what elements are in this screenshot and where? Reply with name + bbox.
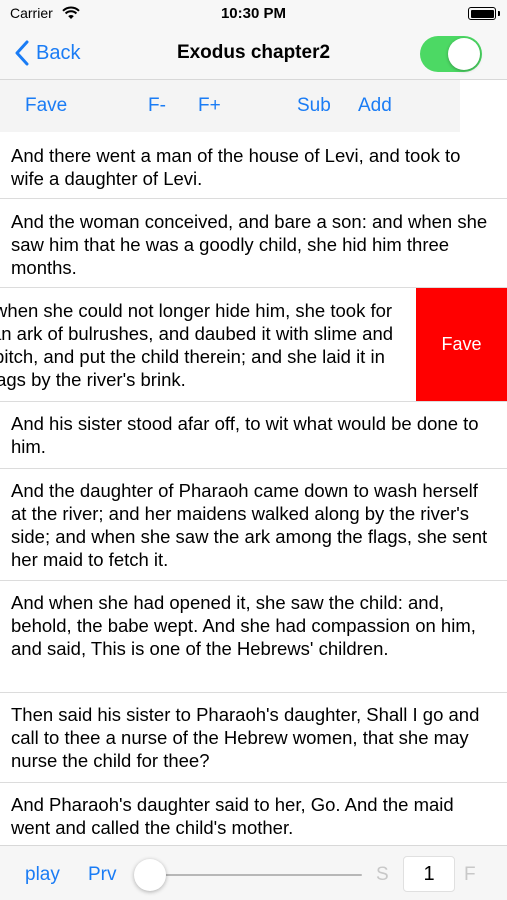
verse-text: Then said his sister to Pharaoh's daught…	[11, 704, 480, 771]
battery-icon	[468, 7, 500, 20]
list-item[interactable]: And Pharaoh's daughter said to her, Go. …	[0, 783, 507, 845]
list-item[interactable]: Then said his sister to Pharaoh's daught…	[0, 693, 507, 783]
verse-text: And there went a man of the house of Lev…	[11, 145, 461, 189]
verse-text: And the woman conceived, and bare a son:…	[11, 211, 488, 278]
status-time: 10:30 PM	[220, 5, 287, 22]
slider-end-label: F	[464, 864, 476, 885]
previous-button[interactable]: Prv	[88, 864, 117, 886]
font-decrease-button[interactable]: F-	[148, 95, 166, 117]
list-item[interactable]: And the woman conceived, and bare a son:…	[0, 199, 507, 288]
play-button[interactable]: play	[25, 864, 60, 886]
list-item[interactable]: And when she could not longer hide him, …	[0, 288, 507, 402]
fave-button[interactable]: Fave	[25, 95, 67, 117]
status-bar: Carrier 10:30 PM	[0, 0, 507, 28]
verse-text: And his sister stood afar off, to wit wh…	[11, 413, 479, 457]
font-increase-button[interactable]: F+	[198, 95, 221, 117]
verse-list[interactable]: And there went a man of the house of Lev…	[0, 132, 507, 845]
toolbar: Fave F- F+ Sub Add	[0, 80, 460, 132]
sub-button[interactable]: Sub	[297, 95, 331, 117]
mode-toggle[interactable]	[420, 36, 482, 72]
chapter-slider-knob[interactable]	[134, 859, 166, 891]
fave-swipe-action[interactable]: Fave	[416, 288, 507, 401]
verse-text: And when she could not longer hide him, …	[0, 300, 394, 390]
list-item[interactable]: And when she had opened it, she saw the …	[0, 581, 507, 693]
navigation-bar: Back Exodus chapter2	[0, 28, 507, 80]
page-number-field[interactable]: 1	[403, 856, 455, 892]
playback-bar: play Prv S 1 F	[0, 845, 507, 900]
toggle-knob	[448, 38, 480, 70]
add-button[interactable]: Add	[358, 95, 392, 117]
verse-text: And the daughter of Pharaoh came down to…	[11, 480, 488, 570]
chapter-slider-track[interactable]	[150, 874, 362, 876]
verse-text: And when she had opened it, she saw the …	[11, 592, 476, 659]
list-item[interactable]: And his sister stood afar off, to wit wh…	[0, 402, 507, 469]
slider-start-label: S	[376, 864, 389, 885]
verse-text: And Pharaoh's daughter said to her, Go. …	[11, 794, 454, 838]
list-item[interactable]: And the daughter of Pharaoh came down to…	[0, 469, 507, 581]
list-item[interactable]: And there went a man of the house of Lev…	[0, 132, 507, 199]
